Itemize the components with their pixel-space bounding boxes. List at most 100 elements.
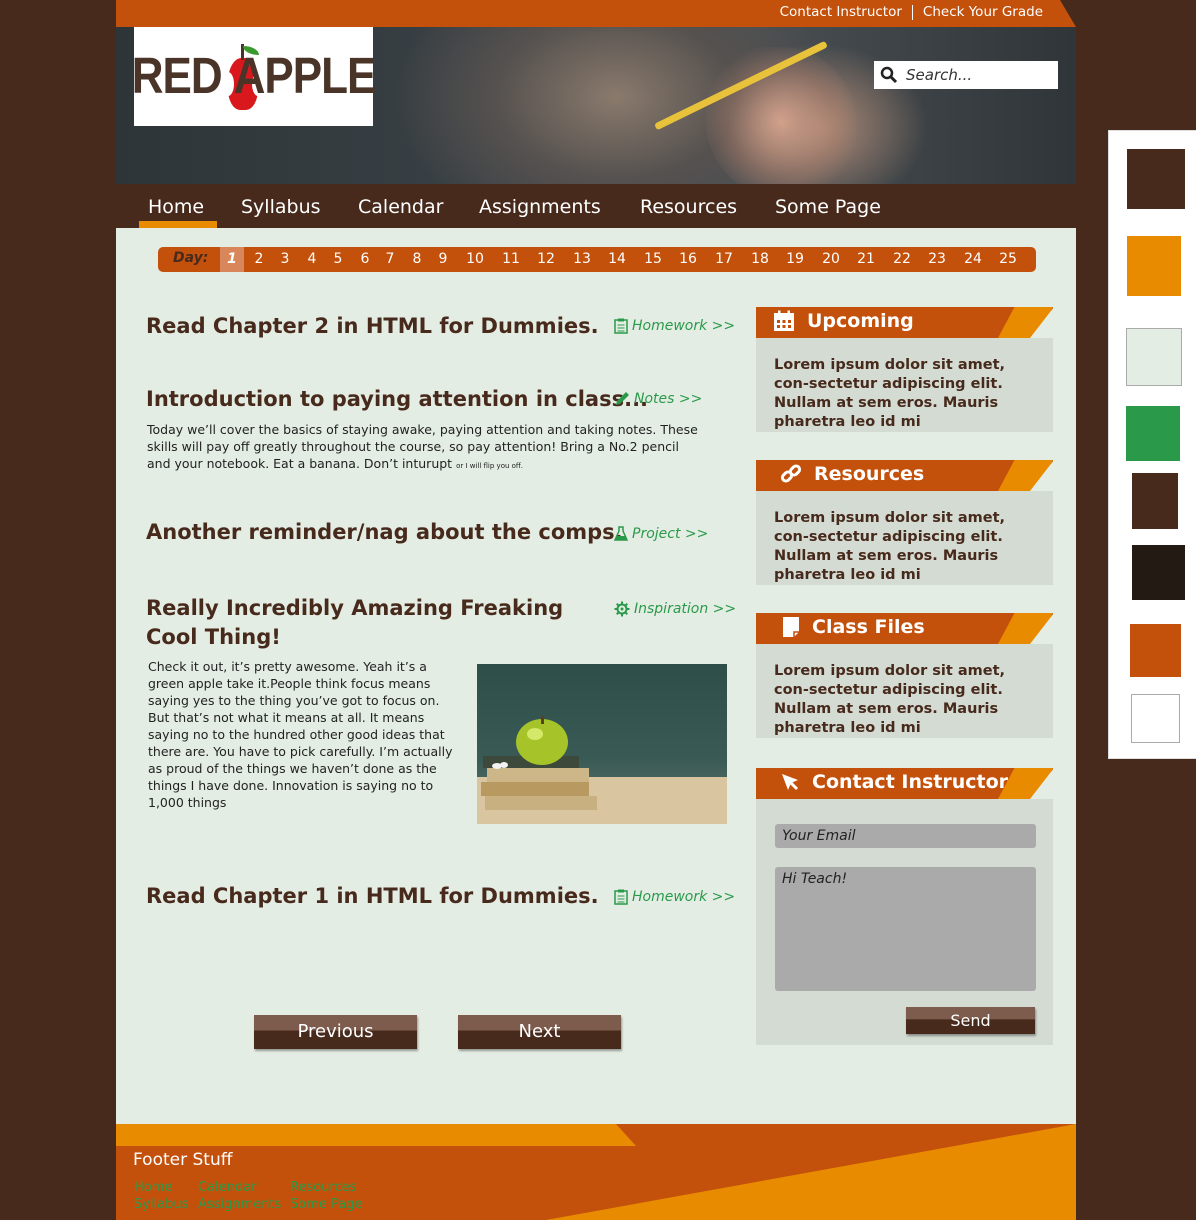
email-field[interactable] [775, 824, 1036, 848]
day-14[interactable]: 14 [604, 247, 630, 272]
day-8[interactable]: 8 [404, 247, 430, 272]
top-bar-notch [1060, 0, 1076, 27]
color-swatch [1132, 473, 1178, 529]
check-grade-link[interactable]: Check Your Grade [923, 4, 1043, 20]
homework-link-label: Homework >> [632, 889, 736, 905]
day-24[interactable]: 24 [960, 247, 986, 272]
item-title-line-1: Really Incredibly Amazing Freaking [146, 596, 564, 620]
day-25[interactable]: 25 [995, 247, 1021, 272]
top-bar: Contact Instructor Check Your Grade [116, 0, 1076, 27]
calendar-icon [774, 310, 794, 331]
item-title[interactable]: Read Chapter 2 in HTML for Dummies. [146, 312, 599, 341]
color-swatch [1131, 694, 1180, 743]
day-17[interactable]: 17 [711, 247, 737, 272]
contact-title-text: Contact Instructor [812, 771, 1009, 793]
item-title[interactable]: Really Incredibly Amazing Freaking Cool … [146, 594, 563, 652]
inspiration-link[interactable]: Inspiration >> [614, 601, 736, 617]
item-title[interactable]: Introduction to paying attention in clas… [146, 385, 648, 414]
day-12[interactable]: 12 [533, 247, 559, 272]
day-11[interactable]: 11 [498, 247, 524, 272]
project-link-label: Project >> [632, 526, 709, 542]
day-16[interactable]: 16 [675, 247, 701, 272]
contact-header: Contact Instructor [756, 768, 1054, 799]
link-icon [780, 464, 802, 483]
next-button[interactable]: Next [458, 1015, 621, 1049]
upcoming-widget: Upcoming Lorem ipsum dolor sit amet, con… [756, 307, 1054, 432]
color-swatch [1126, 328, 1182, 386]
day-5[interactable]: 5 [325, 247, 351, 272]
color-swatch [1132, 545, 1185, 600]
footer-title: Footer Stuff [133, 1150, 233, 1170]
search-icon[interactable] [880, 66, 898, 84]
class-files-header: Class Files [756, 613, 1054, 644]
color-swatch [1126, 406, 1180, 461]
nav-item-syllabus[interactable]: Syllabus [241, 196, 321, 218]
top-links-divider [911, 4, 913, 20]
class-files-title-text: Class Files [812, 616, 925, 638]
day-20[interactable]: 20 [818, 247, 844, 272]
resources-header: Resources [756, 460, 1054, 491]
upcoming-title-text: Upcoming [807, 310, 914, 332]
day-3[interactable]: 3 [272, 247, 298, 272]
item-title[interactable]: Another reminder/nag about the comps. [146, 518, 623, 547]
footer-link-assignments[interactable]: Assignments [198, 1197, 281, 1212]
day-21[interactable]: 21 [853, 247, 879, 272]
footer-link-some-page[interactable]: Some Page [290, 1197, 362, 1212]
notes-link-label: Notes >> [634, 391, 703, 407]
footer-link-syllabus[interactable]: Syllabus [134, 1197, 188, 1212]
item-description: Check it out, it’s pretty awesome. Yeah … [148, 659, 453, 810]
color-swatch [1127, 149, 1185, 209]
resources-title-text: Resources [814, 463, 925, 485]
notes-link[interactable]: Notes >> [614, 391, 702, 407]
footer-link-home[interactable]: Home [134, 1180, 172, 1195]
previous-button[interactable]: Previous [254, 1015, 417, 1049]
apple-on-books-image [477, 716, 727, 824]
homework-link[interactable]: Homework >> [614, 889, 735, 905]
footer-link-calendar[interactable]: Calendar [198, 1180, 256, 1195]
day-15[interactable]: 15 [640, 247, 666, 272]
inspiration-link-label: Inspiration >> [634, 601, 737, 617]
day-6[interactable]: 6 [352, 247, 378, 272]
logo-word-red: RED [131, 47, 223, 105]
send-button[interactable]: Send [906, 1007, 1035, 1034]
top-links: Contact Instructor Check Your Grade [780, 4, 1043, 20]
search-input[interactable] [906, 66, 1046, 84]
day-7[interactable]: 7 [377, 247, 403, 272]
item-title[interactable]: Read Chapter 1 in HTML for Dummies. [146, 882, 599, 911]
nav-item-calendar[interactable]: Calendar [358, 196, 443, 218]
day-2[interactable]: 2 [246, 247, 272, 272]
message-field[interactable] [775, 867, 1036, 991]
nav-item-home[interactable]: Home [138, 196, 218, 228]
item-description-text: Today we’ll cover the basics of staying … [147, 422, 698, 471]
header-banner: RED APPLE [116, 27, 1076, 184]
day-1[interactable]: 1 [220, 247, 244, 272]
logo-word-apple: APPLE [233, 47, 377, 105]
green-apple-photo [477, 664, 727, 824]
day-22[interactable]: 22 [889, 247, 915, 272]
logo[interactable]: RED APPLE [131, 27, 377, 126]
footer-link-resources[interactable]: Resources [290, 1180, 356, 1195]
contact-title: Contact Instructor [780, 771, 1008, 793]
class-files-widget: Class Files Lorem ipsum dolor sit amet, … [756, 613, 1054, 738]
homework-link[interactable]: Homework >> [614, 318, 735, 334]
day-9[interactable]: 9 [430, 247, 456, 272]
pencil-icon [616, 392, 629, 405]
resources-title: Resources [780, 463, 924, 485]
day-23[interactable]: 23 [924, 247, 950, 272]
gear-icon [614, 601, 630, 617]
nav-item-some-page[interactable]: Some Page [775, 196, 881, 218]
day-10[interactable]: 10 [462, 247, 488, 272]
day-19[interactable]: 19 [782, 247, 808, 272]
day-4[interactable]: 4 [299, 247, 325, 272]
resources-widget: Resources Lorem ipsum dolor sit amet, co… [756, 460, 1054, 585]
day-13[interactable]: 13 [569, 247, 595, 272]
day-18[interactable]: 18 [747, 247, 773, 272]
upcoming-body: Lorem ipsum dolor sit amet, con-sectetur… [774, 357, 1006, 430]
project-link[interactable]: Project >> [614, 526, 708, 542]
contact-instructor-link[interactable]: Contact Instructor [780, 4, 902, 20]
color-swatch [1127, 236, 1181, 296]
color-swatch [1130, 624, 1181, 677]
day-label: Day: [173, 250, 209, 266]
nav-item-resources[interactable]: Resources [640, 196, 737, 218]
nav-item-assignments[interactable]: Assignments [479, 196, 601, 218]
